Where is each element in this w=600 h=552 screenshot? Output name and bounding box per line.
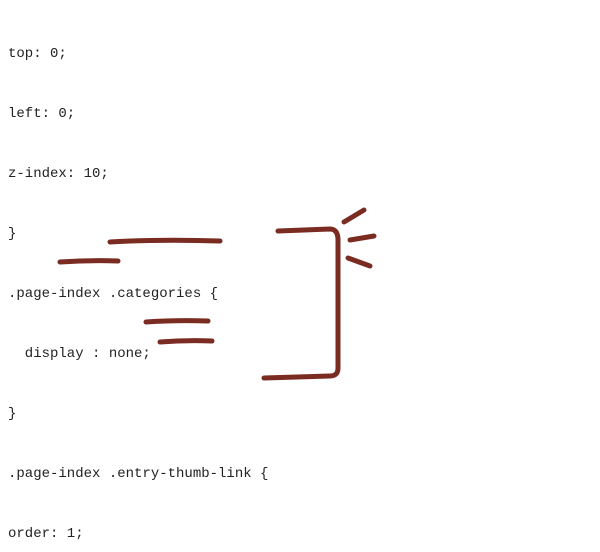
code-text: }: [8, 406, 16, 422]
code-line: display : none;: [8, 344, 302, 364]
code-text: top: 0;: [8, 46, 67, 62]
code-line: }: [8, 404, 302, 424]
css-code-block: top: 0; left: 0; z-index: 10; } .page-in…: [8, 4, 302, 552]
code-text: display : none;: [8, 346, 151, 362]
code-text: }: [8, 226, 16, 242]
code-text: left: 0;: [8, 106, 75, 122]
code-text: z-index: 10;: [8, 166, 109, 182]
code-line: }: [8, 224, 302, 244]
spark-line-1: [344, 210, 364, 222]
spark-line-2: [350, 236, 374, 240]
code-text: .page-index .entry-thumb-link {: [8, 466, 268, 482]
code-line: .page-index .categories {: [8, 284, 302, 304]
code-text: order: 1;: [8, 526, 84, 542]
code-line: z-index: 10;: [8, 164, 302, 184]
code-line: .page-index .entry-thumb-link {: [8, 464, 302, 484]
code-line: left: 0;: [8, 104, 302, 124]
page: top: 0; left: 0; z-index: 10; } .page-in…: [0, 0, 600, 552]
code-line: top: 0;: [8, 44, 302, 64]
code-line: order: 1;: [8, 524, 302, 544]
code-text: .page-index .categories {: [8, 286, 218, 302]
spark-line-3: [348, 258, 370, 266]
